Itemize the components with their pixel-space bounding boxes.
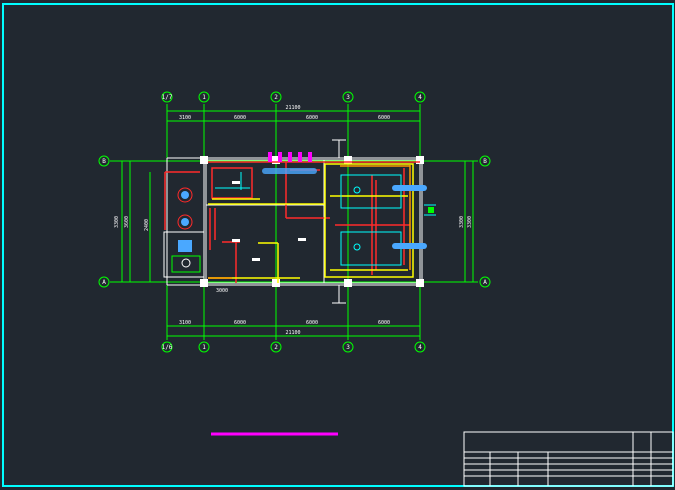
axis-label-bottom-2: 2 — [274, 344, 278, 351]
dim-top-overall: 21100 — [285, 105, 300, 111]
axis-label-left-1: A — [102, 279, 106, 286]
dim-top-2: 6000 — [306, 115, 318, 121]
axis-label-right-1: A — [483, 279, 487, 286]
dim-bottom-3: 6000 — [378, 320, 390, 326]
dim-top-0: 3100 — [179, 115, 191, 121]
axis-label-left-0: B — [102, 158, 106, 165]
axis-label-top-0: 1/7 — [162, 94, 173, 101]
dim-bottom-overall: 21100 — [285, 330, 300, 336]
axis-label-bottom-4: 4 — [418, 344, 422, 351]
axis-label-bottom-0: 1/6 — [162, 344, 173, 351]
pipe-tags — [232, 181, 306, 261]
axis-label-right-0: B — [483, 158, 487, 165]
columns — [200, 156, 424, 287]
dim-bottom-local: 3000 — [216, 288, 228, 294]
dim-right-0: 3300 — [459, 216, 465, 228]
axis-label-bottom-1: 1 — [202, 344, 206, 351]
drawing-frame — [2, 3, 674, 487]
axis-label-top-2: 2 — [274, 94, 278, 101]
dim-top-3: 6000 — [378, 115, 390, 121]
dim-left-0: 3300 — [114, 216, 120, 228]
axis-label-top-3: 3 — [346, 94, 350, 101]
dim-top-1: 6000 — [234, 115, 246, 121]
dim-bottom-1: 6000 — [234, 320, 246, 326]
axis-label-top-4: 4 — [418, 94, 422, 101]
dim-inner-left: 2400 — [144, 219, 150, 231]
drawing-svg: 1/7 1 2 3 4 1/6 1 2 3 4 B A B A 21100 31… — [2, 3, 674, 487]
dim-bottom-2: 6000 — [306, 320, 318, 326]
title-block — [463, 431, 674, 487]
dim-right-1: 3300 — [467, 216, 473, 228]
dim-bottom-0: 3100 — [179, 320, 191, 326]
axis-label-top-1: 1 — [202, 94, 206, 101]
dim-left-1: 3600 — [124, 216, 130, 228]
cad-viewport[interactable]: 1/7 1 2 3 4 1/6 1 2 3 4 B A B A 21100 31… — [0, 0, 675, 490]
axis-label-bottom-3: 3 — [346, 344, 350, 351]
grid-bubbles-side — [98, 155, 491, 288]
